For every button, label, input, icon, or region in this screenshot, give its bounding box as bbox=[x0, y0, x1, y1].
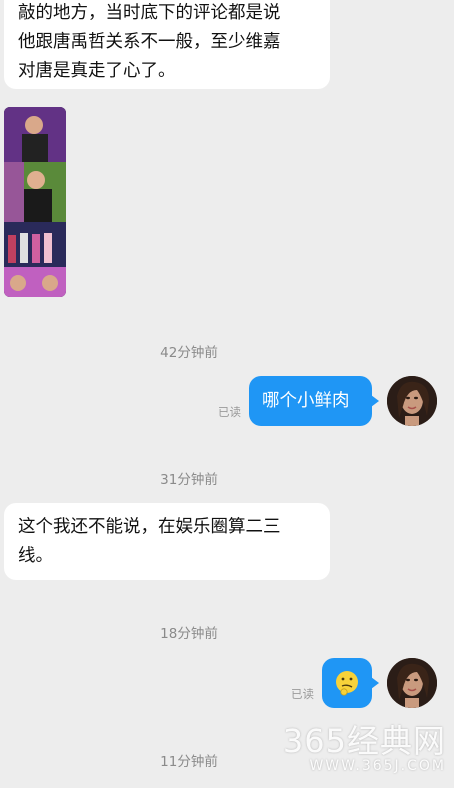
collage-image bbox=[4, 107, 66, 297]
avatar[interactable] bbox=[387, 376, 437, 426]
timestamp: 42分钟前 bbox=[160, 345, 218, 361]
timestamp: 31分钟前 bbox=[160, 472, 218, 488]
image-message-thumbnail[interactable] bbox=[4, 107, 66, 297]
avatar[interactable] bbox=[387, 658, 437, 708]
incoming-message-bubble[interactable]: 敲的地方，当时底下的评论都是说 他跟唐禹哲关系不一般，至少维嘉 对唐是真走了心了… bbox=[4, 0, 330, 89]
watermark-main: 365经典网 bbox=[282, 722, 446, 760]
message-text: 哪个小鲜肉 bbox=[262, 391, 350, 411]
timestamp: 18分钟前 bbox=[160, 626, 218, 642]
message-line: 敲的地方，当时底下的评论都是说 bbox=[18, 3, 281, 23]
avatar-image bbox=[387, 376, 437, 426]
outgoing-message-bubble[interactable]: 哪个小鲜肉 bbox=[249, 376, 372, 426]
read-receipt: 已读 bbox=[291, 687, 314, 701]
message-line: 他跟唐禹哲关系不一般，至少维嘉 bbox=[18, 32, 281, 52]
thinking-emoji-icon bbox=[336, 671, 358, 696]
bubble-tail bbox=[371, 395, 379, 407]
incoming-message-bubble[interactable]: 这个我还不能说，在娱乐圈算二三 线。 bbox=[4, 503, 330, 580]
message-line: 对唐是真走了心了。 bbox=[18, 61, 176, 81]
avatar-image bbox=[387, 658, 437, 708]
message-line: 线。 bbox=[18, 546, 53, 566]
watermark: 365经典网 WWW.365J.COM bbox=[283, 724, 446, 774]
read-receipt: 已读 bbox=[218, 405, 241, 419]
bubble-tail bbox=[371, 677, 379, 689]
message-line: 这个我还不能说，在娱乐圈算二三 bbox=[18, 517, 281, 537]
outgoing-emoji-bubble[interactable] bbox=[322, 658, 372, 708]
watermark-sub: WWW.365J.COM bbox=[309, 758, 446, 774]
